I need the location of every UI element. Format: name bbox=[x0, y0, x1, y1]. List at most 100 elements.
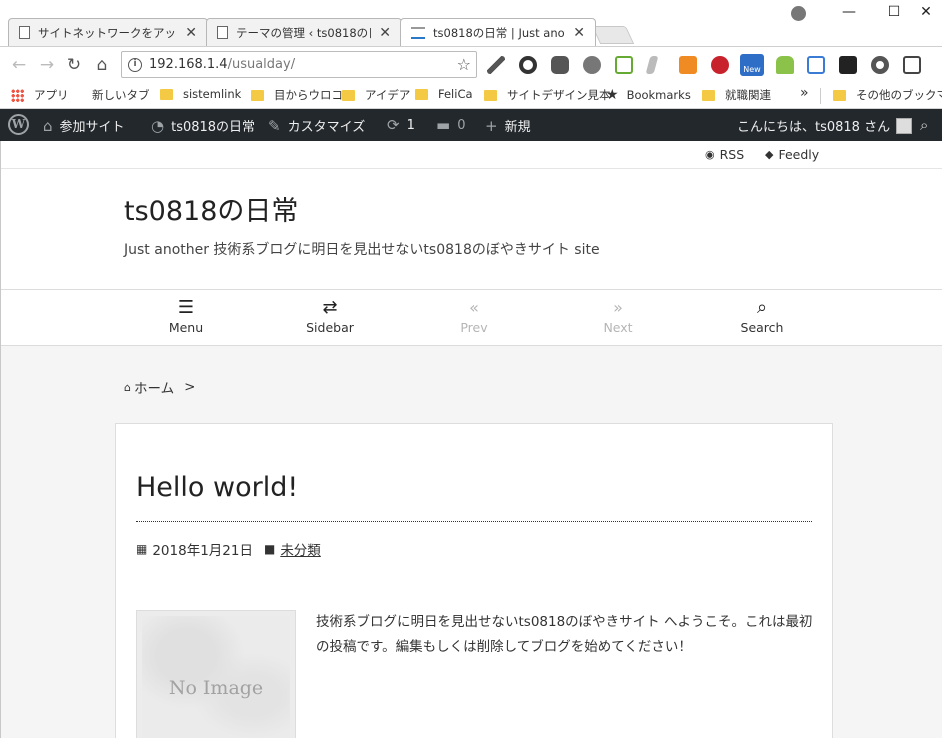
breadcrumb-separator: > bbox=[184, 379, 196, 395]
terminal-icon[interactable] bbox=[839, 56, 857, 74]
browser-toolbar: ← → ↻ ⌂ i 192.168.1.4/usualday/ ☆ New bbox=[0, 46, 942, 82]
tab-close-icon[interactable]: ✕ bbox=[573, 25, 585, 41]
post-title[interactable]: Hello world! bbox=[136, 472, 298, 503]
admin-search-icon[interactable]: ⌕ bbox=[920, 116, 935, 134]
bookmark-item[interactable]: 就職関連 bbox=[702, 87, 771, 103]
customize-link[interactable]: ✎ カスタマイズ bbox=[268, 116, 365, 136]
profile-icon[interactable] bbox=[791, 6, 806, 21]
site-favicon-icon bbox=[411, 26, 425, 39]
star-icon: ★ bbox=[606, 87, 619, 103]
site-name-menu[interactable]: ◔ ts0818の日常 bbox=[151, 116, 255, 136]
bookmark-item[interactable]: sistemlink bbox=[160, 87, 241, 101]
bookmark-item[interactable]: アイデア bbox=[342, 87, 410, 103]
back-button[interactable]: ← bbox=[9, 55, 29, 75]
feedly-icon: ◆ bbox=[765, 148, 774, 161]
comment-icon: ▬ bbox=[436, 116, 451, 134]
browser-titlebar: サイトネットワークをアップグレード ✕ テーマの管理 ‹ ts0818の日常 ✕… bbox=[0, 0, 942, 46]
tab-close-icon[interactable]: ✕ bbox=[379, 25, 391, 41]
tab-close-icon[interactable]: ✕ bbox=[185, 25, 197, 41]
bookmark-item[interactable]: 新しいタブ bbox=[92, 87, 150, 241]
prev-button: « Prev bbox=[434, 296, 514, 335]
extension-icon[interactable] bbox=[903, 56, 921, 74]
chevron-double-left-icon: « bbox=[469, 298, 479, 317]
feedly-link[interactable]: ◆ Feedly bbox=[765, 147, 819, 162]
site-description: Just another 技術系ブログに明日を見出せないts0818のぼやきサイ… bbox=[124, 242, 600, 258]
dashboard-icon: ◔ bbox=[151, 116, 165, 135]
account-menu[interactable]: こんにちは、ts0818 さん bbox=[737, 116, 913, 135]
tab-title: テーマの管理 ‹ ts0818の日常 bbox=[236, 25, 371, 40]
bookmarks-overflow-button[interactable]: » bbox=[800, 85, 809, 101]
sheets-icon[interactable] bbox=[615, 56, 633, 74]
rss-icon: ◉ bbox=[705, 148, 715, 161]
folder-icon: ■ bbox=[263, 542, 276, 556]
home-button[interactable]: ⌂ bbox=[92, 55, 112, 75]
new-content-menu[interactable]: + 新規 bbox=[485, 116, 531, 136]
updates-link[interactable]: ⟳ 1 bbox=[387, 116, 415, 134]
evernote-icon[interactable] bbox=[551, 56, 569, 74]
post-card: Hello world! ▦ 2018年1月21日 ■ 未分類 No Image… bbox=[115, 423, 833, 738]
eye-icon[interactable] bbox=[871, 56, 889, 74]
bookmark-star-icon[interactable]: ☆ bbox=[457, 55, 471, 74]
forward-button[interactable]: → bbox=[37, 55, 57, 75]
folder-icon bbox=[415, 88, 428, 100]
browser-tab[interactable]: テーマの管理 ‹ ts0818の日常 ✕ bbox=[206, 18, 402, 46]
menu-button[interactable]: ☰ Menu bbox=[146, 296, 226, 335]
folder-icon bbox=[833, 89, 846, 101]
post-excerpt: 技術系ブログに明日を見出せないts0818のぼやきサイト へようこそ。これは最初… bbox=[316, 614, 813, 655]
sidebar-button[interactable]: ⇄ Sidebar bbox=[290, 296, 370, 335]
list-icon: ☰ bbox=[177, 297, 195, 318]
breadcrumb-home-link[interactable]: ホーム bbox=[134, 377, 174, 397]
eyedropper-icon[interactable] bbox=[487, 56, 505, 74]
close-window-button[interactable]: ✕ bbox=[916, 4, 936, 20]
pinterest-icon[interactable] bbox=[711, 56, 729, 74]
browser-tab-active[interactable]: ts0818の日常 | Just another 技術系ブログ ✕ bbox=[400, 18, 596, 46]
bookmark-item[interactable]: ★ Bookmarks bbox=[606, 87, 691, 103]
avatar bbox=[896, 117, 913, 134]
address-bar[interactable]: i 192.168.1.4/usualday/ ☆ bbox=[121, 51, 477, 78]
comments-link[interactable]: ▬ 0 bbox=[436, 116, 465, 134]
bookmark-item[interactable]: アプリ bbox=[11, 87, 69, 103]
bookmark-item[interactable]: 目からウロコ bbox=[251, 87, 343, 103]
browser-tab[interactable]: サイトネットワークをアップグレード ✕ bbox=[8, 18, 208, 46]
page-icon bbox=[217, 26, 228, 39]
next-button: » Next bbox=[578, 296, 658, 335]
wp-admin-bar: W ⌂ 参加サイト ◔ ts0818の日常 ✎ カスタマイズ ⟳ 1 ▬ 0 + 新規 こん… bbox=[0, 109, 942, 141]
site-header: ◉ RSS ◆ Feedly ts0818の日常 Just another 技術系ブ… bbox=[1, 141, 942, 289]
folder-icon bbox=[484, 89, 497, 101]
site-title[interactable]: ts0818の日常 bbox=[124, 189, 298, 228]
feed-links-bar: ◉ RSS ◆ Feedly bbox=[1, 141, 942, 169]
url-text[interactable]: 192.168.1.4/usualday/ bbox=[149, 57, 457, 72]
no-image-label: No Image bbox=[168, 677, 264, 699]
updates-icon: ⟳ bbox=[387, 116, 400, 134]
folder-icon bbox=[160, 88, 173, 100]
rss-icon[interactable] bbox=[679, 56, 697, 74]
search-icon: ⌕ bbox=[756, 297, 768, 318]
reload-button[interactable]: ↻ bbox=[64, 55, 84, 75]
quill-icon[interactable] bbox=[583, 56, 601, 74]
folder-icon bbox=[251, 89, 264, 101]
devtools-icon[interactable] bbox=[807, 56, 825, 74]
minimize-button[interactable]: — bbox=[839, 4, 859, 20]
post-thumbnail[interactable]: No Image bbox=[136, 610, 296, 738]
brush-icon: ✎ bbox=[268, 116, 281, 135]
new-tab-button[interactable] bbox=[591, 26, 635, 44]
bookmark-item[interactable]: サイトデザイン見本 bbox=[484, 87, 611, 103]
my-sites-menu[interactable]: ⌂ 参加サイト bbox=[43, 116, 125, 136]
post-category-link[interactable]: 未分類 bbox=[280, 539, 321, 559]
apps-icon bbox=[11, 88, 24, 102]
android-icon[interactable] bbox=[776, 56, 794, 74]
folder-icon bbox=[702, 89, 715, 101]
search-button[interactable]: ⌕ Search bbox=[722, 296, 802, 335]
rss-link[interactable]: ◉ RSS bbox=[705, 147, 744, 162]
maximize-button[interactable]: ☐ bbox=[884, 4, 904, 20]
page-icon bbox=[19, 26, 30, 39]
lightning-icon[interactable] bbox=[645, 56, 659, 74]
title-divider bbox=[136, 521, 812, 522]
wordpress-logo-icon[interactable]: W bbox=[8, 114, 29, 135]
bookmarks-bar: アプリ 新しいタブ sistemlink 目からウロコ アイデア FeliCa … bbox=[0, 82, 942, 241]
settings-icon[interactable] bbox=[519, 56, 537, 74]
new-badge-icon[interactable]: New bbox=[740, 54, 764, 76]
other-bookmarks-item[interactable]: その他のブックマーク bbox=[833, 87, 942, 103]
bookmark-item[interactable]: FeliCa bbox=[415, 87, 473, 101]
info-icon[interactable]: i bbox=[128, 57, 142, 72]
